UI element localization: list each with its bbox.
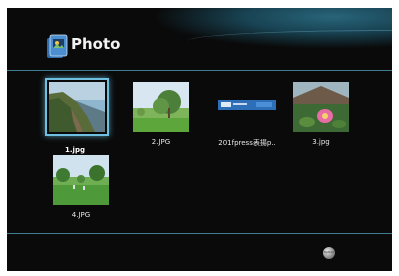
photo-name: 4.JPG [71,211,91,219]
photo-tile-1[interactable]: 1.jpg [45,78,109,154]
thumbnail-tree-meadow [133,82,189,132]
photo-name: 3.jpg [312,138,330,146]
option-button-label: Option [323,250,334,254]
thumbnail-frame [45,78,109,136]
photo-tile-4[interactable]: 3.jpg [291,82,351,146]
photo-tile-5[interactable]: 4.JPG [51,155,111,219]
page-title: Photo [71,35,121,53]
photo-tile-3[interactable]: 201fpress表揚p.. [207,82,287,148]
photo-name: 201fpress表揚p.. [218,139,276,147]
thumbnail-pink-flowers-gazebo [293,82,349,132]
footer-divider [7,233,392,234]
header-divider [7,70,392,71]
photo-name: 2.JPG [151,138,171,146]
thumbnail-blue-banner-document [216,82,278,132]
header-glow [157,8,392,48]
photo-browser-screen: Photo 1.jpg 2.JPG 201fpress表揚p.. 3.jpg 4… [7,8,392,271]
photo-name: 1.jpg [65,146,85,154]
thumbnail-green-field-trees [53,155,109,205]
photo-tile-2[interactable]: 2.JPG [131,82,191,146]
thumbnail-coastal-cliff [49,82,105,132]
option-button[interactable]: Option [323,247,335,259]
photo-app-icon [47,34,68,58]
